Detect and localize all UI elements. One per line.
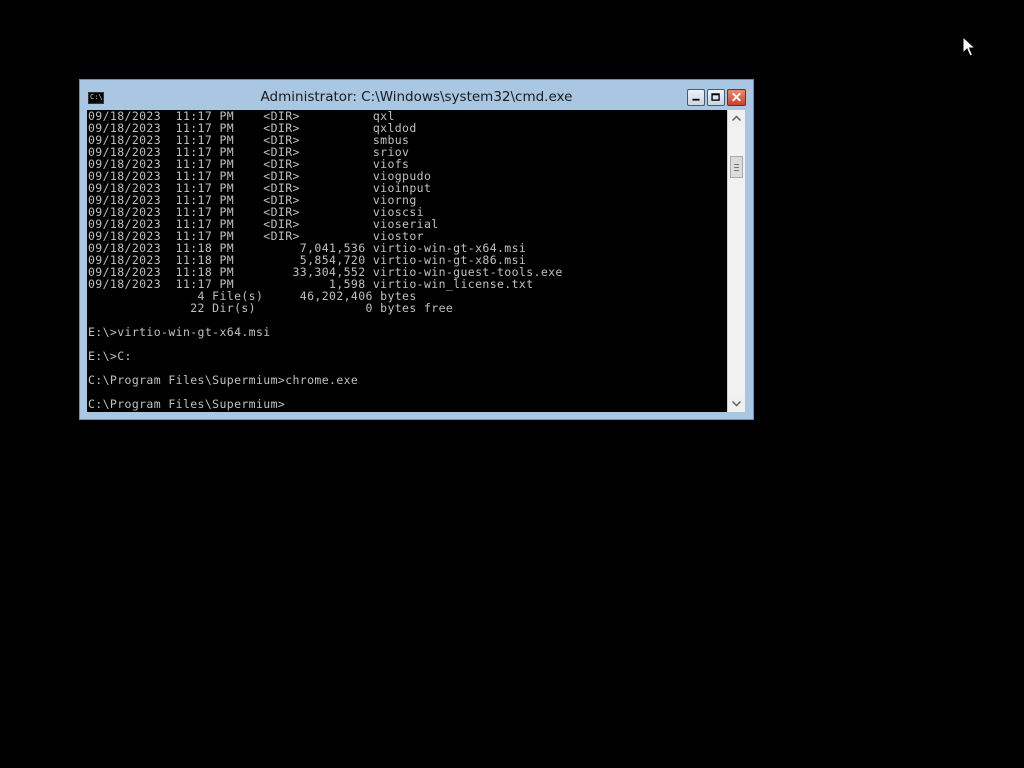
console-line: E:\>virtio-win-gt-x64.msi xyxy=(88,325,271,339)
scroll-thumb[interactable] xyxy=(730,156,743,178)
desktop: C:\ Administrator: C:\Windows\system32\c… xyxy=(0,0,1024,768)
console-text: 09/18/2023 11:17 PM <DIR> qxl 09/18/2023 … xyxy=(87,110,727,410)
scroll-down-arrow-icon xyxy=(731,400,742,407)
cmd-window[interactable]: C:\ Administrator: C:\Windows\system32\c… xyxy=(79,79,754,420)
close-button[interactable] xyxy=(727,89,746,106)
console-line: C:\Program Files\Supermium> xyxy=(88,397,286,411)
console-line: E:\>C: xyxy=(88,349,132,363)
minimize-icon xyxy=(692,98,700,101)
mouse-pointer-icon xyxy=(962,36,976,57)
scroll-down-button[interactable] xyxy=(728,395,745,412)
console-output[interactable]: 09/18/2023 11:17 PM <DIR> qxl 09/18/2023 … xyxy=(87,110,727,412)
title-bar[interactable]: C:\ Administrator: C:\Windows\system32\c… xyxy=(80,80,753,110)
console-line: C:\Program Files\Supermium>chrome.exe xyxy=(88,373,359,387)
maximize-icon xyxy=(711,93,720,101)
window-title: Administrator: C:\Windows\system32\cmd.e… xyxy=(260,89,573,105)
vertical-scrollbar[interactable] xyxy=(727,110,745,412)
console-line: 22 Dir(s) 0 bytes free xyxy=(88,301,454,315)
scroll-up-button[interactable] xyxy=(728,110,745,127)
minimize-button[interactable] xyxy=(687,89,705,106)
scroll-up-arrow-icon xyxy=(731,115,742,122)
close-icon xyxy=(732,92,741,102)
maximize-button[interactable] xyxy=(707,89,725,106)
